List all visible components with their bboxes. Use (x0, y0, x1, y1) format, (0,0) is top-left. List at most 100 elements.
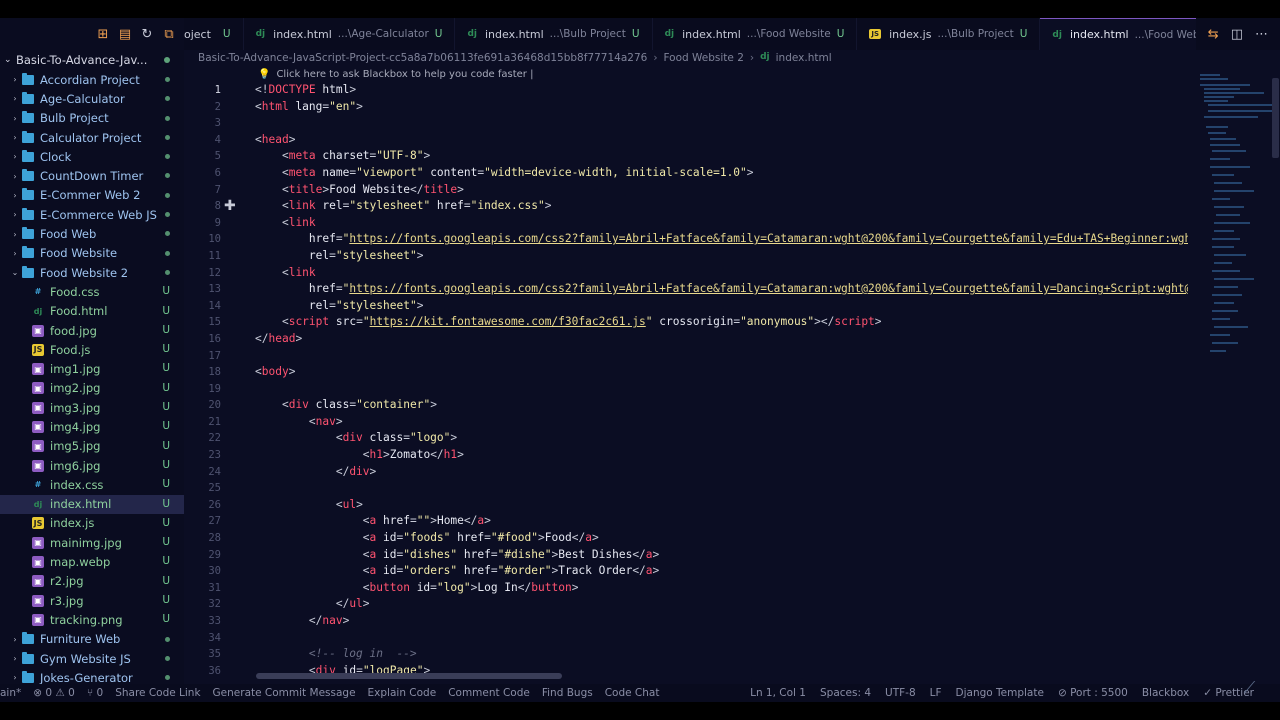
code-line[interactable]: 17 (184, 348, 1188, 365)
code-line[interactable]: 1 <!DOCTYPE html> (184, 82, 1188, 99)
status-item[interactable]: ain* (0, 687, 21, 699)
code-line[interactable]: 14 rel="stylesheet"> (184, 298, 1188, 315)
code-line[interactable]: 18 <body> (184, 364, 1188, 381)
file-item[interactable]: ▣ img1.jpg U (0, 359, 184, 378)
file-item[interactable]: ▣ tracking.png U (0, 610, 184, 629)
folder-item[interactable]: › Furniture Web (0, 630, 184, 649)
file-item[interactable]: dj index.html U (0, 494, 184, 514)
code-line[interactable]: 27 <a href="">Home</a> (184, 513, 1188, 530)
file-item[interactable]: ▣ food.jpg U (0, 321, 184, 340)
status-item[interactable]: UTF-8 (885, 687, 916, 699)
code-line[interactable]: 4 <head> (184, 132, 1188, 149)
folder-item[interactable]: › Food Web (0, 224, 184, 243)
status-item[interactable]: Comment Code (448, 687, 530, 699)
file-item[interactable]: ▣ img5.jpg U (0, 437, 184, 456)
folder-item[interactable]: › Food Website (0, 244, 184, 263)
status-item[interactable]: Blackbox (1142, 687, 1189, 699)
breadcrumb-item[interactable]: Food Website 2 (664, 52, 744, 68)
code-line[interactable]: 25 (184, 480, 1188, 497)
folder-item[interactable]: › E-Commer Web 2 (0, 186, 184, 205)
status-item[interactable]: Find Bugs (542, 687, 593, 699)
file-item[interactable]: # index.css U (0, 475, 184, 494)
status-item[interactable]: ⊘ Port : 5500 (1058, 687, 1128, 699)
code-line[interactable]: 8 <link rel="stylesheet" href="index.css… (184, 198, 1188, 215)
code-line[interactable]: 3 (184, 115, 1188, 132)
compare-icon[interactable]: ⇆ (1208, 27, 1219, 42)
status-item[interactable]: Generate Commit Message (213, 687, 356, 699)
code-line[interactable]: 34 (184, 630, 1188, 647)
code-editor[interactable]: 1 <!DOCTYPE html> 2 <html lang="en"> 3 4 <head… (184, 82, 1188, 678)
code-line[interactable]: 31 <button id="log">Log In</button> (184, 580, 1188, 597)
status-item[interactable]: Explain Code (368, 687, 437, 699)
code-line[interactable]: 13 href="https://fonts.googleapis.com/cs… (184, 281, 1188, 298)
blackbox-hint[interactable]: 💡 Click here to ask Blackbox to help you… (258, 69, 533, 80)
status-item[interactable]: LF (930, 687, 942, 699)
folder-item[interactable]: › Bulb Project (0, 109, 184, 128)
breadcrumb-item[interactable]: Basic-To-Advance-JavaScript-Project-cc5a… (198, 52, 647, 68)
code-line[interactable]: 23 <h1>Zomato</h1> (184, 447, 1188, 464)
status-item[interactable]: Spaces: 4 (820, 687, 871, 699)
file-item[interactable]: dj Food.html U (0, 302, 184, 321)
code-line[interactable]: 19 (184, 381, 1188, 398)
code-line[interactable]: 2 <html lang="en"> (184, 99, 1188, 116)
folder-item[interactable]: › Clock (0, 147, 184, 166)
status-item[interactable]: Share Code Link (115, 687, 200, 699)
vertical-scrollbar[interactable] (1272, 78, 1279, 158)
code-line[interactable]: 12 <link (184, 265, 1188, 282)
code-line[interactable]: 15 <script src="https://kit.fontawesome.… (184, 314, 1188, 331)
status-item[interactable]: ⑂ 0 (87, 687, 103, 699)
file-item[interactable]: # Food.css U (0, 282, 184, 301)
code-line[interactable]: 21 <nav> (184, 414, 1188, 431)
split-editor-icon[interactable]: ◫ (1231, 27, 1243, 42)
code-line[interactable]: 9 <link (184, 215, 1188, 232)
code-line[interactable]: 16 </head> (184, 331, 1188, 348)
folder-item[interactable]: ⌄ Food Website 2 (0, 263, 184, 282)
status-item[interactable]: Code Chat (605, 687, 660, 699)
more-actions-icon[interactable]: ⋯ (1255, 27, 1268, 42)
editor-tab[interactable]: oject U (184, 18, 244, 50)
file-item[interactable]: ▣ img2.jpg U (0, 379, 184, 398)
code-line[interactable]: 7 <title>Food Website</title> (184, 182, 1188, 199)
file-item[interactable]: JS Food.js U (0, 340, 184, 359)
file-item[interactable]: ▣ img3.jpg U (0, 398, 184, 417)
code-line[interactable]: 32 </ul> (184, 596, 1188, 613)
explorer-root[interactable]: ⌄ Basic-To-Advance-Jav... (0, 50, 184, 70)
file-item[interactable]: ▣ r3.jpg U (0, 591, 184, 610)
collapse-all-icon[interactable]: ⧉ (160, 25, 178, 43)
horizontal-scrollbar[interactable] (256, 673, 562, 679)
editor-tab[interactable]: dj index.html ...\Bulb Project U (455, 18, 653, 50)
code-line[interactable]: 26 <ul> (184, 497, 1188, 514)
code-line[interactable]: 35 <!-- log in --> (184, 646, 1188, 663)
code-line[interactable]: 10 href="https://fonts.googleapis.com/cs… (184, 231, 1188, 248)
code-line[interactable]: 29 <a id="dishes" href="#dishe">Best Dis… (184, 547, 1188, 564)
code-line[interactable]: 28 <a id="foods" href="#food">Food</a> (184, 530, 1188, 547)
file-item[interactable]: ▣ r2.jpg U (0, 572, 184, 591)
folder-item[interactable]: › Jokes-Generator (0, 668, 184, 684)
file-item[interactable]: ▣ mainimg.jpg U (0, 533, 184, 552)
folder-item[interactable]: › Gym Website JS (0, 649, 184, 668)
folder-item[interactable]: › Calculator Project (0, 128, 184, 147)
folder-item[interactable]: › E-Commerce Web JS (0, 205, 184, 224)
status-item[interactable]: Ln 1, Col 1 (750, 687, 806, 699)
status-item[interactable]: Django Template (956, 687, 1044, 699)
folder-item[interactable]: › Accordian Project (0, 70, 184, 89)
file-item[interactable]: ▣ img4.jpg U (0, 417, 184, 436)
code-line[interactable]: 6 <meta name="viewport" content="width=d… (184, 165, 1188, 182)
editor-tab[interactable]: dj index.html ...\Age-Calculator U (244, 18, 456, 50)
code-line[interactable]: 30 <a id="orders" href="#order">Track Or… (184, 563, 1188, 580)
file-item[interactable]: ▣ img6.jpg U (0, 456, 184, 475)
breadcrumb-item[interactable]: index.html (776, 52, 832, 68)
code-line[interactable]: 22 <div class="logo"> (184, 430, 1188, 447)
status-item[interactable]: ⊗ 0 ⚠ 0 (33, 687, 75, 699)
folder-item[interactable]: › CountDown Timer (0, 166, 184, 185)
code-line[interactable]: 5 <meta charset="UTF-8"> (184, 148, 1188, 165)
editor-tab[interactable]: JS index.js ...\Bulb Project U (857, 18, 1041, 50)
refresh-icon[interactable]: ↻ (138, 25, 156, 43)
code-line[interactable]: 11 rel="stylesheet"> (184, 248, 1188, 265)
new-folder-icon[interactable]: ▤ (116, 25, 134, 43)
file-item[interactable]: ▣ map.webp U (0, 552, 184, 571)
folder-item[interactable]: › Age-Calculator (0, 89, 184, 108)
code-line[interactable]: 20 <div class="container"> (184, 397, 1188, 414)
code-line[interactable]: 24 </div> (184, 464, 1188, 481)
file-item[interactable]: JS index.js U (0, 514, 184, 533)
